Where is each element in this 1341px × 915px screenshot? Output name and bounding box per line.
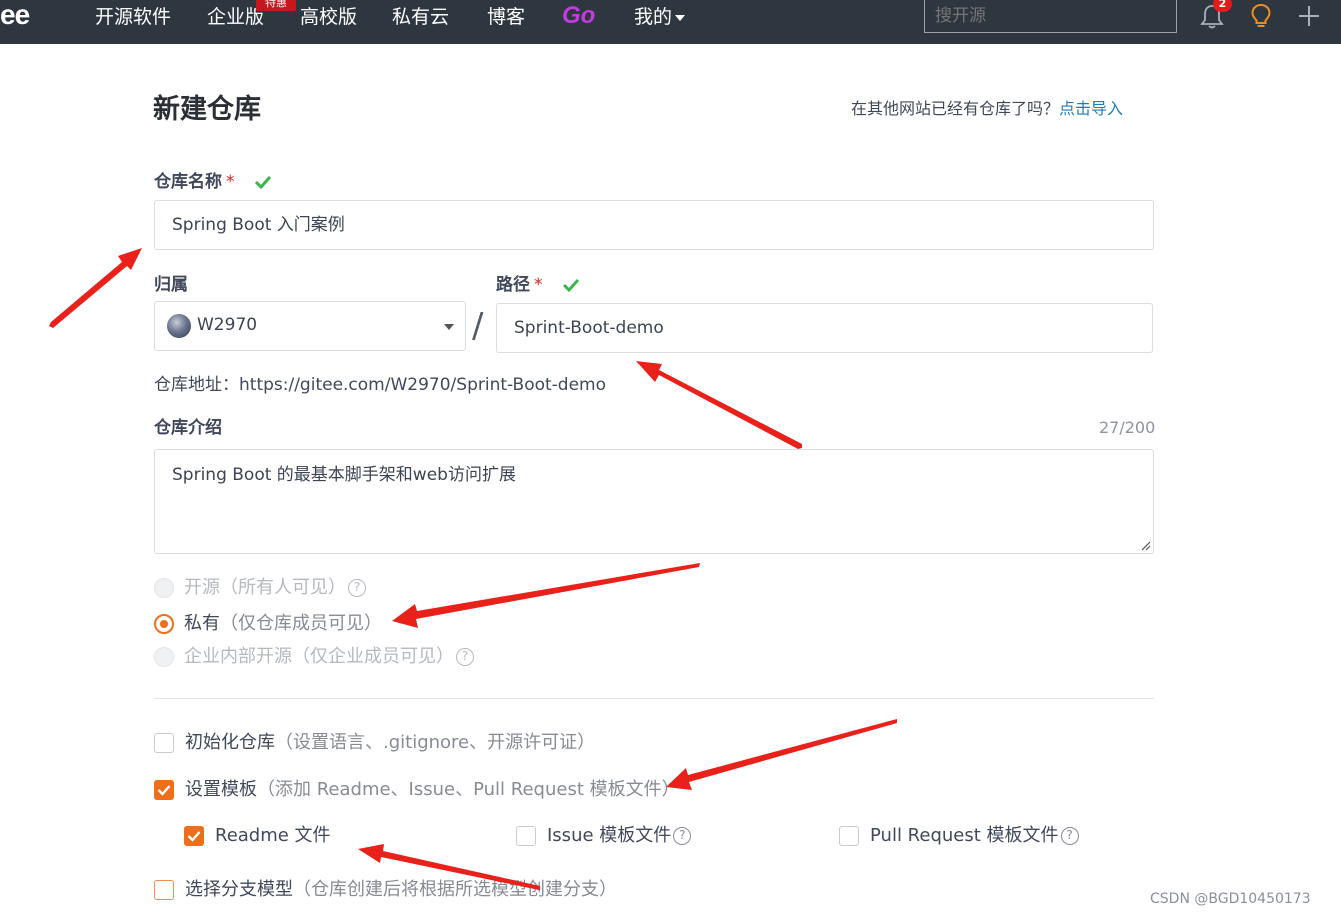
required-mark: *: [226, 172, 235, 192]
nav-item-private-cloud[interactable]: 私有云: [392, 6, 449, 28]
lightbulb-icon[interactable]: [1248, 2, 1274, 30]
plus-icon[interactable]: [1296, 3, 1322, 29]
intro-char-counter: 27/200: [1099, 418, 1156, 437]
template-label: 设置模板（添加 Readme、Issue、Pull Request 模板文件）: [185, 778, 680, 802]
required-mark: *: [534, 275, 543, 295]
repo-name-label-text: 仓库名称: [154, 172, 222, 192]
owner-label: 归属: [154, 275, 188, 295]
readme-label: Readme 文件: [215, 825, 331, 846]
path-input[interactable]: Sprint-Boot-demo: [496, 303, 1153, 353]
intro-textarea[interactable]: Spring Boot 的最基本脚手架和web访问扩展: [154, 449, 1154, 554]
intro-label: 仓库介绍: [154, 418, 222, 438]
nav-item-go[interactable]: Go: [562, 3, 595, 29]
checkmark-icon: [187, 831, 201, 842]
annotation-arrow-visibility: [392, 563, 700, 628]
branch-model-title: 选择分支模型: [185, 879, 293, 900]
init-repo-checkbox[interactable]: [154, 733, 174, 753]
check-icon: [255, 175, 272, 189]
nav-item-open-source[interactable]: 开源软件: [95, 6, 171, 28]
radio-private[interactable]: [154, 614, 174, 634]
readme-checkbox[interactable]: [184, 826, 204, 846]
watermark: CSDN @BGD10450173: [1150, 891, 1311, 907]
pr-template-label: Pull Request 模板文件?: [870, 824, 1079, 848]
annotation-arrow-path: [636, 361, 802, 449]
issue-template-title: Issue 模板文件: [547, 825, 672, 846]
section-divider: [154, 698, 1154, 699]
repo-name-label: 仓库名称 *: [154, 171, 272, 193]
pr-template-title: Pull Request 模板文件: [870, 825, 1059, 846]
template-title: 设置模板: [185, 779, 257, 800]
annotation-arrow-repo-name: [49, 248, 142, 328]
help-icon[interactable]: ?: [456, 648, 474, 666]
chevron-down-icon: [444, 324, 454, 330]
branch-model-checkbox[interactable]: [154, 880, 174, 900]
pr-template-checkbox[interactable]: [839, 826, 859, 846]
repo-address: 仓库地址：https://gitee.com/W2970/Sprint-Boot…: [154, 375, 607, 395]
visibility-enterprise-label: 企业内部开源（仅企业成员可见）?: [184, 645, 474, 669]
radio-enterprise[interactable]: [154, 647, 174, 667]
repo-name-input[interactable]: Spring Boot 入门案例: [154, 200, 1154, 250]
nav-item-blog[interactable]: 博客: [487, 6, 525, 28]
promo-badge: 特惠: [256, 0, 296, 11]
branch-model-note: （仓库创建后将根据所选模型创建分支）: [293, 879, 617, 900]
init-repo-label: 初始化仓库（设置语言、.gitignore、开源许可证）: [185, 731, 595, 755]
top-navigation-bar: ee 开源软件 企业版 特惠 高校版 私有云 博客 Go 我的 2: [0, 0, 1341, 44]
owner-select[interactable]: W2970: [154, 301, 466, 351]
visibility-private-title: 私有: [184, 613, 220, 634]
visibility-enterprise-title: 企业内部开源: [184, 646, 292, 667]
import-hint-text: 在其他网站已经有仓库了吗？: [851, 99, 1060, 118]
resize-grip-icon[interactable]: [1141, 541, 1151, 551]
notification-count-badge: 2: [1213, 0, 1232, 12]
help-icon[interactable]: ?: [1060, 827, 1079, 845]
template-note: （添加 Readme、Issue、Pull Request 模板文件）: [257, 779, 680, 800]
import-hint: 在其他网站已经有仓库了吗？点击导入: [851, 98, 1123, 120]
help-icon[interactable]: ?: [348, 579, 366, 597]
owner-name: W2970: [197, 315, 258, 335]
gitee-logo[interactable]: ee: [0, 0, 30, 30]
import-link[interactable]: 点击导入: [1059, 99, 1123, 118]
intro-text: Spring Boot 的最基本脚手架和web访问扩展: [172, 465, 516, 485]
visibility-private-note: （仅仓库成员可见）: [220, 613, 382, 634]
path-label: 路径 *: [496, 274, 580, 296]
check-icon: [563, 278, 580, 292]
visibility-public-label: 开源（所有人可见）?: [184, 576, 366, 600]
template-checkbox[interactable]: [154, 780, 174, 800]
visibility-enterprise-note: （仅企业成员可见）: [292, 646, 454, 667]
page-title: 新建仓库: [153, 94, 261, 125]
nav-mine-label: 我的: [634, 6, 673, 28]
chevron-down-icon: [675, 14, 686, 21]
search-input[interactable]: [924, 0, 1177, 33]
branch-model-label: 选择分支模型（仓库创建后将根据所选模型创建分支）: [185, 878, 617, 902]
nav-item-mine[interactable]: 我的: [634, 6, 686, 28]
visibility-public-note: （所有人可见）: [220, 577, 346, 598]
radio-public[interactable]: [154, 578, 174, 598]
issue-template-label: Issue 模板文件?: [547, 824, 692, 848]
checkmark-icon: [157, 785, 171, 796]
path-label-text: 路径: [496, 275, 530, 295]
annotation-arrow-template: [666, 719, 897, 790]
init-repo-note: （设置语言、.gitignore、开源许可证）: [275, 732, 596, 753]
path-separator: /: [472, 306, 484, 346]
init-repo-title: 初始化仓库: [185, 732, 275, 753]
avatar: [167, 314, 191, 338]
visibility-private-label: 私有（仅仓库成员可见）: [184, 612, 382, 636]
issue-template-checkbox[interactable]: [516, 826, 536, 846]
help-icon[interactable]: ?: [673, 827, 692, 845]
visibility-public-title: 开源: [184, 577, 220, 598]
nav-item-education[interactable]: 高校版: [300, 6, 357, 28]
